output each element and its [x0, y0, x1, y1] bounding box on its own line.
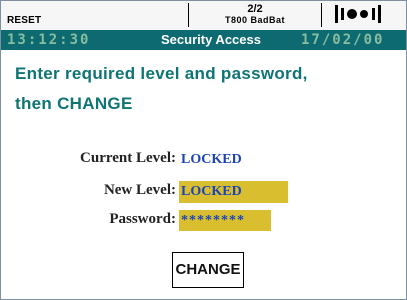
- password-field[interactable]: ********: [179, 210, 271, 231]
- reset-button[interactable]: RESET: [7, 15, 41, 26]
- page-title: Security Access: [161, 32, 261, 47]
- new-level-label: New Level:: [103, 182, 176, 198]
- title-bar: 13:12:30 Security Access 17/02/00: [1, 30, 406, 50]
- current-level-label: Current Level:: [80, 150, 176, 166]
- clock-time: 13:12:30: [7, 32, 91, 48]
- current-level-value: LOCKED: [181, 152, 242, 167]
- new-level-field[interactable]: LOCKED: [179, 181, 288, 203]
- instruction-text: Enter required level and password, then …: [15, 59, 395, 119]
- current-level-row: Current Level:: [15, 150, 176, 170]
- device-model: T800 BadBat: [224, 15, 286, 25]
- password-row: Password:: [15, 211, 176, 231]
- password-label: Password:: [109, 211, 176, 227]
- instrument-screen: RESET 2/2 T800 BadBat 13:12:30 Security …: [0, 0, 407, 300]
- page-indicator: 2/2: [247, 3, 263, 15]
- change-button[interactable]: CHANGE: [172, 252, 244, 288]
- new-level-row: New Level:: [15, 182, 176, 202]
- clock-date: 17/02/00: [301, 32, 385, 48]
- divider: [321, 3, 322, 27]
- brand-logo-icon: [335, 5, 381, 23]
- instruction-line-1: Enter required level and password,: [15, 64, 308, 83]
- instruction-line-2: then CHANGE: [15, 94, 133, 113]
- top-bar: RESET 2/2 T800 BadBat: [1, 1, 406, 31]
